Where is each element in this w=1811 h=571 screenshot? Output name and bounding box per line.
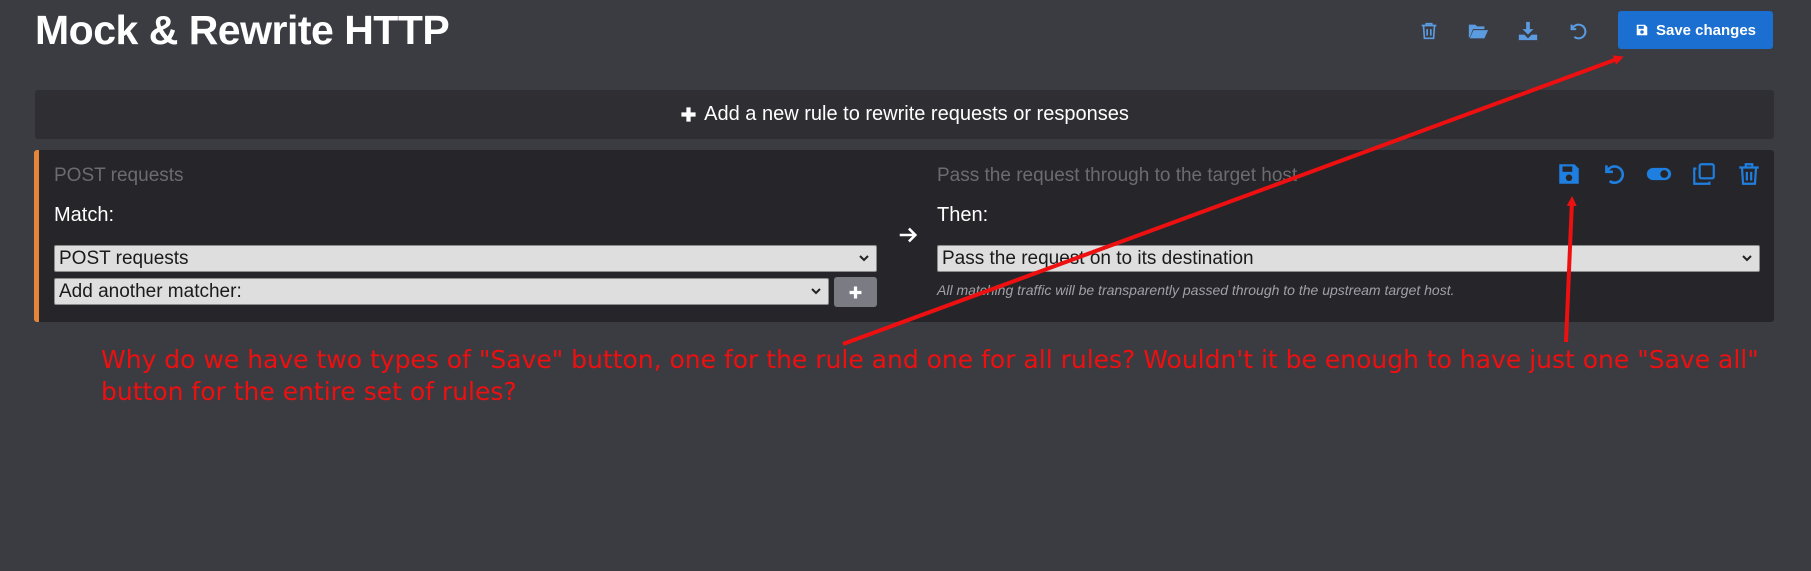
arrow-to-save-changes bbox=[842, 55, 1624, 346]
arrow-to-rule-save bbox=[1564, 196, 1577, 343]
annotation-arrows bbox=[842, 55, 1624, 346]
